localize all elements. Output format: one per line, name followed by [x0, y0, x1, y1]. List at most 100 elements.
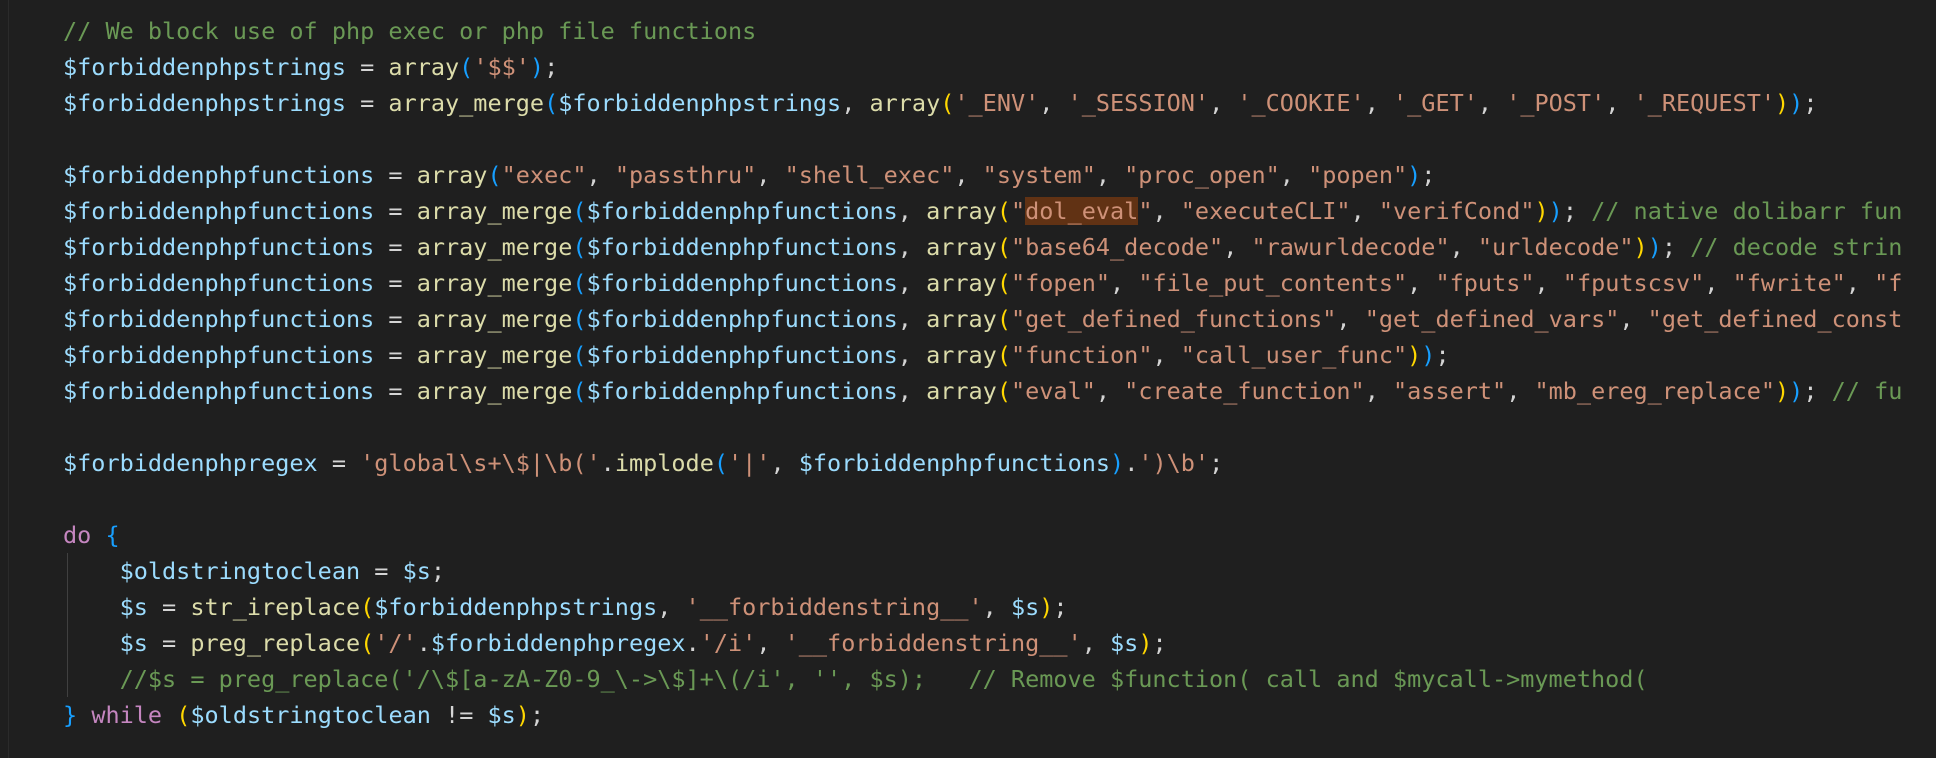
- code-line[interactable]: do {: [63, 517, 1902, 553]
- code-line[interactable]: $forbiddenphpstrings = array('$$');: [63, 49, 1902, 85]
- code-variable: $forbiddenphpregex: [63, 449, 318, 477]
- code-string: '/i': [699, 629, 757, 657]
- code-bracket: (: [487, 161, 502, 189]
- code-punctuation: =: [360, 557, 403, 585]
- code-variable: $forbiddenphpstrings: [374, 593, 658, 621]
- code-string: '/': [374, 629, 417, 657]
- code-string: "function": [1010, 341, 1153, 369]
- code-line[interactable]: $s = str_ireplace($forbiddenphpstrings, …: [63, 589, 1902, 625]
- code-variable: $s: [487, 701, 516, 729]
- code-bracket: ): [1775, 377, 1790, 405]
- code-bracket: (: [996, 269, 1011, 297]
- code-line[interactable]: //$s = preg_replace('/\$[a-zA-Z0-9_\->\$…: [63, 661, 1902, 697]
- code-bracket: ): [1039, 593, 1054, 621]
- code-line[interactable]: $forbiddenphpregex = 'global\s+\$|\b('.i…: [63, 445, 1902, 481]
- code-punctuation: ,: [897, 269, 927, 297]
- code-function: array_merge: [388, 89, 545, 117]
- code-punctuation: ,: [982, 593, 1011, 621]
- code-punctuation: ,: [1350, 197, 1379, 225]
- code-variable: $forbiddenphpstrings: [63, 89, 346, 117]
- code-variable: $s: [402, 557, 431, 585]
- code-bracket: (: [996, 233, 1011, 261]
- code-punctuation: ,: [897, 377, 927, 405]
- code-string: "shell_exec": [784, 161, 955, 189]
- code-punctuation: =: [374, 305, 417, 333]
- code-punctuation: ;: [1053, 593, 1068, 621]
- code-punctuation: ;: [1421, 161, 1436, 189]
- code-bracket: (: [360, 629, 375, 657]
- code-line[interactable]: $oldstringtoclean = $s;: [63, 553, 1902, 589]
- code-punctuation: ;: [1152, 629, 1167, 657]
- code-punctuation: [63, 593, 120, 621]
- code-bracket: (: [572, 233, 587, 261]
- code-punctuation: ;: [1562, 197, 1592, 225]
- code-string: "passthru": [614, 161, 757, 189]
- code-punctuation: =: [374, 377, 417, 405]
- code-editor[interactable]: // We block use of php exec or php file …: [0, 0, 1936, 758]
- code-line[interactable]: $forbiddenphpfunctions = array_merge($fo…: [63, 337, 1902, 373]
- code-punctuation: ;: [1661, 233, 1691, 261]
- code-bracket: ): [1789, 377, 1804, 405]
- code-string: ": [1138, 197, 1153, 225]
- code-punctuation: [63, 629, 120, 657]
- code-content[interactable]: // We block use of php exec or php file …: [63, 13, 1902, 733]
- code-string: "exec": [501, 161, 587, 189]
- code-punctuation: =: [147, 593, 191, 621]
- code-line[interactable]: $s = preg_replace('/'.$forbiddenphpregex…: [63, 625, 1902, 661]
- code-comment: // decode strin: [1690, 233, 1903, 261]
- code-punctuation: =: [374, 161, 417, 189]
- code-line[interactable]: $forbiddenphpfunctions = array_merge($fo…: [63, 229, 1902, 265]
- code-bracket: (: [572, 197, 587, 225]
- code-line[interactable]: $forbiddenphpfunctions = array_merge($fo…: [63, 373, 1902, 409]
- code-string: "executeCLI": [1180, 197, 1351, 225]
- code-punctuation: ,: [756, 161, 785, 189]
- code-variable: $forbiddenphpfunctions: [63, 233, 375, 261]
- code-bracket: ): [515, 701, 530, 729]
- code-punctuation: ,: [1152, 197, 1181, 225]
- code-line[interactable]: // We block use of php exec or php file …: [63, 13, 1902, 49]
- code-line[interactable]: $forbiddenphpfunctions = array_merge($fo…: [63, 193, 1902, 229]
- code-punctuation: =: [345, 53, 389, 81]
- code-line[interactable]: [63, 409, 1902, 445]
- code-string: "popen": [1308, 161, 1408, 189]
- code-punctuation: =: [317, 449, 361, 477]
- code-function: array_merge: [416, 197, 573, 225]
- code-bracket: (: [996, 341, 1011, 369]
- code-line[interactable]: $forbiddenphpstrings = array_merge($forb…: [63, 85, 1902, 121]
- code-string: "get_defined_functions": [1010, 305, 1337, 333]
- code-line[interactable]: [63, 481, 1902, 517]
- code-line[interactable]: [63, 121, 1902, 157]
- code-punctuation: [63, 557, 120, 585]
- code-punctuation: [162, 701, 176, 729]
- code-string: '__forbiddenstring__': [685, 593, 983, 621]
- code-punctuation: ,: [1364, 89, 1393, 117]
- code-punctuation: ,: [897, 233, 927, 261]
- code-line[interactable]: $forbiddenphpfunctions = array("exec", "…: [63, 157, 1902, 193]
- code-variable: $forbiddenphpfunctions: [586, 269, 898, 297]
- code-punctuation: ,: [1605, 89, 1634, 117]
- code-bracket: ): [1138, 629, 1153, 657]
- code-string: ')\b': [1138, 449, 1210, 477]
- code-variable: $forbiddenphpfunctions: [586, 305, 898, 333]
- code-line[interactable]: $forbiddenphpfunctions = array_merge($fo…: [63, 301, 1902, 337]
- code-bracket: ): [1534, 197, 1549, 225]
- code-line[interactable]: } while ($oldstringtoclean != $s);: [63, 697, 1902, 733]
- code-bracket: (: [572, 377, 587, 405]
- code-variable: $s: [1110, 629, 1139, 657]
- code-punctuation: ,: [1209, 89, 1238, 117]
- code-punctuation: ,: [1223, 233, 1252, 261]
- code-bracket: (: [996, 305, 1011, 333]
- code-punctuation: ,: [756, 629, 785, 657]
- code-function: array_merge: [416, 341, 573, 369]
- code-punctuation: ;: [1803, 89, 1818, 117]
- code-variable: $forbiddenphpfunctions: [63, 305, 375, 333]
- code-variable: $oldstringtoclean: [190, 701, 431, 729]
- code-line[interactable]: $forbiddenphpfunctions = array_merge($fo…: [63, 265, 1902, 301]
- code-bracket: (: [176, 701, 191, 729]
- code-bracket: (: [572, 269, 587, 297]
- code-string: "mb_ereg_replace": [1534, 377, 1776, 405]
- code-comment: //$s = preg_replace('/\$[a-zA-Z0-9_\->\$…: [119, 665, 1648, 693]
- code-string: "fputscsv": [1562, 269, 1705, 297]
- code-string: '$$': [473, 53, 530, 81]
- code-string: "fopen": [1010, 269, 1111, 297]
